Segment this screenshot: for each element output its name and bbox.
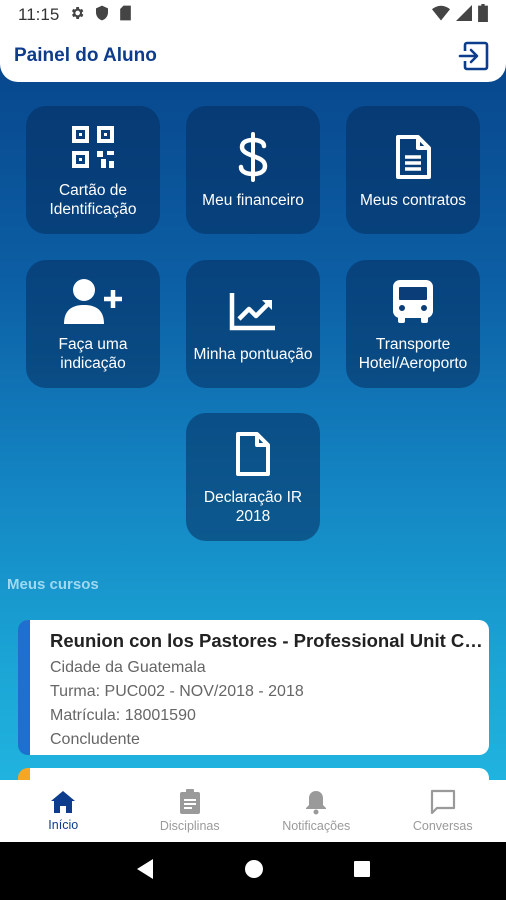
tile-label: Faça uma indicação bbox=[58, 336, 128, 372]
back-icon bbox=[136, 858, 153, 879]
nav-label: Início bbox=[48, 818, 79, 832]
battery-icon bbox=[478, 3, 488, 27]
circle-icon bbox=[244, 859, 263, 878]
tile-tax-declaration[interactable]: Declaração IR 2018 bbox=[186, 413, 320, 541]
course-class: Turma: PUC002 - NOV/2018 - 2018 bbox=[50, 683, 304, 700]
recents-button[interactable] bbox=[353, 860, 371, 883]
tile-id-card[interactable]: Cartão de Identificação bbox=[26, 106, 160, 234]
square-icon bbox=[354, 860, 371, 877]
logout-icon bbox=[458, 41, 489, 71]
chart-icon bbox=[229, 285, 277, 337]
nav-item-notifications[interactable]: Notificações bbox=[253, 780, 380, 842]
back-button[interactable] bbox=[135, 858, 155, 885]
nav-label: Conversas bbox=[412, 819, 473, 833]
settings-icon bbox=[69, 5, 85, 26]
shield-icon bbox=[95, 5, 109, 26]
course-status: Concludente bbox=[50, 731, 140, 748]
status-bar: 11:15 bbox=[0, 0, 506, 30]
dollar-icon bbox=[237, 131, 269, 183]
signal-icon bbox=[456, 4, 472, 26]
course-enrollment: Matrícula: 18001590 bbox=[50, 707, 196, 724]
logout-button[interactable] bbox=[456, 38, 492, 74]
tile-label: Cartão de Identificação bbox=[49, 182, 137, 218]
document-icon bbox=[394, 131, 432, 183]
nav-item-disciplines[interactable]: Disciplinas bbox=[127, 780, 254, 842]
qr-code-icon bbox=[72, 121, 114, 173]
nav-item-home[interactable]: Início bbox=[0, 780, 127, 842]
sd-card-icon bbox=[119, 5, 132, 26]
wifi-icon bbox=[432, 5, 450, 26]
tile-financial[interactable]: Meu financeiro bbox=[186, 106, 320, 234]
tile-label: Meu financeiro bbox=[202, 191, 304, 209]
system-navigation-bar bbox=[0, 842, 506, 900]
tile-label: Declaração IR 2018 bbox=[203, 489, 303, 525]
course-city: Cidade da Guatemala bbox=[50, 659, 206, 676]
app-header: Painel do Aluno bbox=[0, 30, 506, 82]
tile-score[interactable]: Minha pontuação bbox=[186, 260, 320, 388]
nav-item-conversations[interactable]: Conversas bbox=[380, 780, 506, 842]
file-icon bbox=[235, 428, 271, 480]
clipboard-icon bbox=[179, 789, 200, 814]
tile-label: Meus contratos bbox=[360, 191, 466, 209]
tile-contracts[interactable]: Meus contratos bbox=[346, 106, 480, 234]
bus-icon bbox=[390, 275, 436, 327]
bottom-navigation: Início Disciplinas Notificações Conversa… bbox=[0, 780, 506, 842]
status-time: 11:15 bbox=[18, 5, 60, 24]
home-button[interactable] bbox=[244, 859, 264, 884]
nav-label: Disciplinas bbox=[159, 819, 220, 833]
course-title: Reunion con los Pastores - Professional … bbox=[50, 630, 489, 651]
nav-label: Notificações bbox=[282, 819, 351, 833]
course-card[interactable]: Reunion con los Pastores - Professional … bbox=[18, 620, 489, 755]
tile-referral[interactable]: Faça uma indicação bbox=[26, 260, 160, 388]
section-title-courses: Meus cursos bbox=[7, 576, 99, 593]
home-icon bbox=[51, 791, 76, 813]
bell-icon bbox=[306, 791, 327, 815]
chat-icon bbox=[430, 789, 455, 815]
tile-transport[interactable]: Transporte Hotel/Aeroporto bbox=[346, 260, 480, 388]
user-plus-icon bbox=[64, 275, 122, 327]
tile-label: Transporte Hotel/Aeroporto bbox=[358, 336, 468, 372]
tile-label: Minha pontuação bbox=[193, 345, 313, 363]
page-title: Painel do Aluno bbox=[14, 45, 157, 66]
